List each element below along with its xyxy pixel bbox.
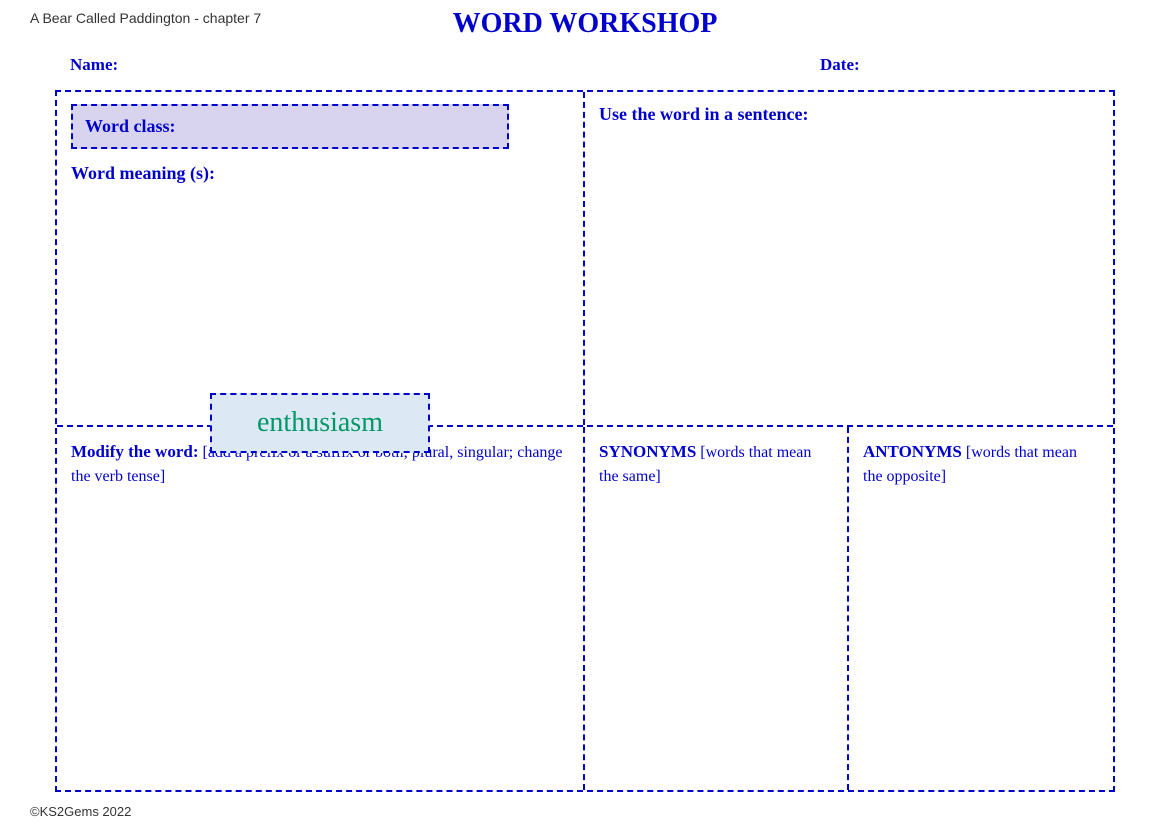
main-worksheet: Word class: Word meaning (s): enthusiasm…	[55, 90, 1115, 792]
antonyms-bold: ANTONYMS	[863, 442, 962, 461]
bottom-left-panel: Modify the word: [add a prefix or a suff…	[57, 427, 585, 790]
word-class-box: Word class:	[71, 104, 509, 149]
date-label: Date:	[820, 55, 860, 75]
antonyms-panel: ANTONYMS [words that mean the opposite]	[849, 427, 1113, 790]
use-sentence-label: Use the word in a sentence:	[599, 104, 1099, 125]
left-panel: Word class: Word meaning (s): enthusiasm	[57, 92, 585, 425]
top-row: Word class: Word meaning (s): enthusiasm…	[57, 92, 1113, 427]
antonyms-label: ANTONYMS [words that mean the opposite]	[863, 439, 1099, 489]
bottom-row: Modify the word: [add a prefix or a suff…	[57, 427, 1113, 790]
synonyms-panel: SYNONYMS [words that mean the same]	[585, 427, 849, 790]
center-word-text: enthusiasm	[257, 407, 383, 438]
synonyms-label: SYNONYMS [words that mean the same]	[599, 439, 833, 489]
center-word-container: enthusiasm	[210, 393, 430, 453]
center-word-box: enthusiasm	[210, 393, 430, 453]
footer-copyright: ©KS2Gems 2022	[30, 804, 131, 819]
word-class-label: Word class:	[85, 116, 176, 136]
synonyms-bold: SYNONYMS	[599, 442, 696, 461]
page-title: WORD WORKSHOP	[0, 8, 1170, 40]
word-meaning-label: Word meaning (s):	[71, 163, 569, 184]
right-panel: Use the word in a sentence:	[585, 92, 1113, 425]
modify-bold: Modify the word:	[71, 442, 198, 461]
name-label: Name:	[70, 55, 118, 75]
